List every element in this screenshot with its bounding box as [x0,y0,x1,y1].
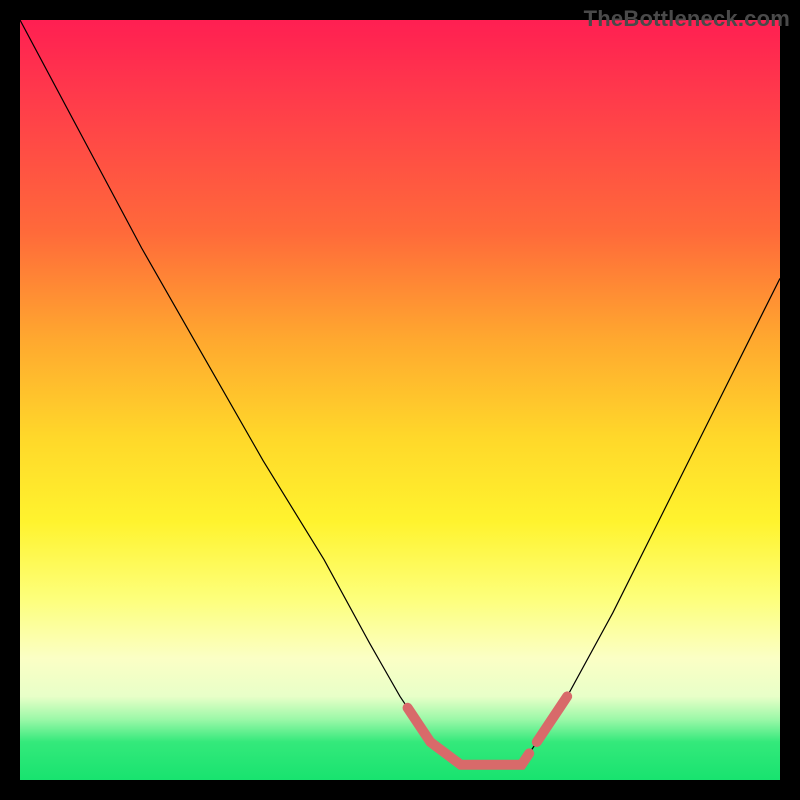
trough-highlight-left [408,708,530,765]
plot-area [20,20,780,780]
bottleneck-curve [20,20,780,765]
trough-highlight-right [537,696,567,742]
chart-stage: TheBottleneck.com [0,0,800,800]
curve-layer [20,20,780,780]
watermark-label: TheBottleneck.com [584,6,790,32]
